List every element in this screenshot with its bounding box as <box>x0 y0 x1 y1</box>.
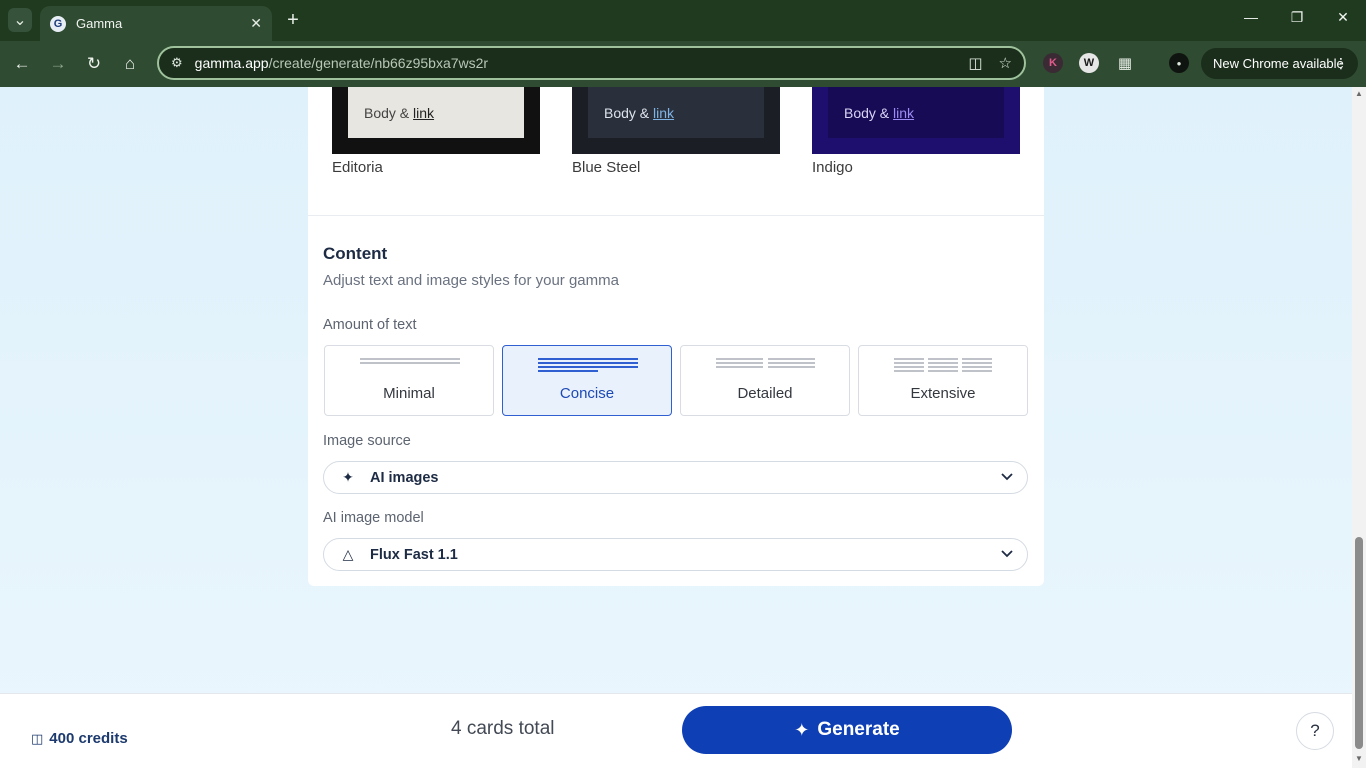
theme-name: Indigo <box>812 159 853 176</box>
more-menu-icon[interactable]: ⋮ <box>1334 55 1348 72</box>
chevron-down-icon: ⌄ <box>13 12 27 29</box>
theme-card-editoria[interactable]: Body & link <box>332 87 540 154</box>
reload-icon[interactable]: ↻ <box>82 52 106 76</box>
chrome-update-button[interactable]: New Chrome available ⋮ <box>1201 48 1358 79</box>
section-divider <box>308 215 1044 216</box>
back-icon[interactable]: ← <box>10 52 34 76</box>
coins-icon: ◫ <box>31 730 44 746</box>
settings-panel: Body & link Editoria Body & link Blue St… <box>308 87 1044 586</box>
tab-title: Gamma <box>76 16 123 31</box>
text-lines-icon <box>716 358 815 368</box>
url-text[interactable]: gamma.app/create/generate/nb66z95bxa7ws2… <box>195 55 953 71</box>
generate-button[interactable]: ✦ Generate <box>682 706 1012 754</box>
help-button[interactable]: ? <box>1296 712 1334 750</box>
extension-k-icon[interactable]: K <box>1043 53 1063 73</box>
credits-indicator[interactable]: ◫ 400 credits <box>31 730 128 747</box>
browser-tab[interactable]: G Gamma ✕ <box>40 6 272 41</box>
extension-w-icon[interactable]: W <box>1079 53 1099 73</box>
amount-option-extensive[interactable]: Extensive <box>858 345 1028 416</box>
theme-name: Editoria <box>332 159 383 176</box>
amount-option-minimal[interactable]: Minimal <box>324 345 494 416</box>
amount-option-detailed[interactable]: Detailed <box>680 345 850 416</box>
content-description: Adjust text and image styles for your ga… <box>323 272 619 289</box>
amount-of-text-label: Amount of text <box>323 317 417 333</box>
scrollbar-thumb[interactable] <box>1355 537 1363 749</box>
forward-icon[interactable]: → <box>46 52 70 76</box>
extensions-puzzle-icon[interactable]: ▦ <box>1115 53 1135 73</box>
browser-tab-strip: ⌄ G Gamma ✕ + — ❐ ✕ <box>0 0 1366 41</box>
bookmark-star-icon[interactable]: ☆ <box>999 54 1012 72</box>
gamma-favicon-icon: G <box>50 15 66 32</box>
chevron-down-icon <box>1001 550 1013 558</box>
image-source-label: Image source <box>323 433 411 449</box>
scroll-down-icon[interactable]: ▼ <box>1354 754 1364 763</box>
sparkles-icon: ✦ <box>794 719 810 740</box>
site-info-icon[interactable]: ⚙ <box>171 55 183 71</box>
theme-name: Blue Steel <box>572 159 641 176</box>
text-lines-icon <box>538 358 638 372</box>
sparkle-icon: ✦ <box>342 469 354 485</box>
install-app-icon[interactable]: ◫ <box>968 54 982 72</box>
profile-avatar[interactable]: ● <box>1169 53 1189 73</box>
page-scrollbar[interactable]: ▲ ▼ <box>1352 87 1366 768</box>
ai-image-model-select[interactable]: △ Flux Fast 1.1 <box>323 538 1028 571</box>
theme-card-blue-steel[interactable]: Body & link <box>572 87 780 154</box>
address-bar[interactable]: ⚙ gamma.app/create/generate/nb66z95bxa7w… <box>157 46 1026 80</box>
model-triangle-icon: △ <box>342 546 354 562</box>
scroll-up-icon[interactable]: ▲ <box>1354 89 1364 98</box>
minimize-icon[interactable]: — <box>1240 9 1262 25</box>
bottom-action-bar: ◫ 400 credits 4 cards total ✦ Generate ? <box>0 693 1352 768</box>
restore-icon[interactable]: ❐ <box>1286 9 1308 26</box>
ai-image-model-label: AI image model <box>323 510 424 526</box>
browser-toolbar: ← → ↻ ⌂ ⚙ gamma.app/create/generate/nb66… <box>0 41 1366 87</box>
cards-total: 4 cards total <box>451 718 555 739</box>
amount-option-concise[interactable]: Concise <box>502 345 672 416</box>
close-window-icon[interactable]: ✕ <box>1332 9 1354 26</box>
text-lines-icon <box>894 358 992 372</box>
theme-preview: Body & link <box>588 87 764 138</box>
page-content: Body & link Editoria Body & link Blue St… <box>0 87 1352 768</box>
tab-search-button[interactable]: ⌄ <box>8 8 32 32</box>
text-lines-icon <box>360 358 460 364</box>
content-heading: Content <box>323 244 388 263</box>
theme-preview: Body & link <box>828 87 1004 138</box>
theme-card-indigo[interactable]: Body & link <box>812 87 1020 154</box>
close-icon[interactable]: ✕ <box>250 15 262 32</box>
chevron-down-icon <box>1001 473 1013 481</box>
new-tab-button[interactable]: + <box>282 9 304 31</box>
theme-preview: Body & link <box>348 87 524 138</box>
image-source-select[interactable]: ✦ AI images <box>323 461 1028 494</box>
home-icon[interactable]: ⌂ <box>118 52 142 76</box>
